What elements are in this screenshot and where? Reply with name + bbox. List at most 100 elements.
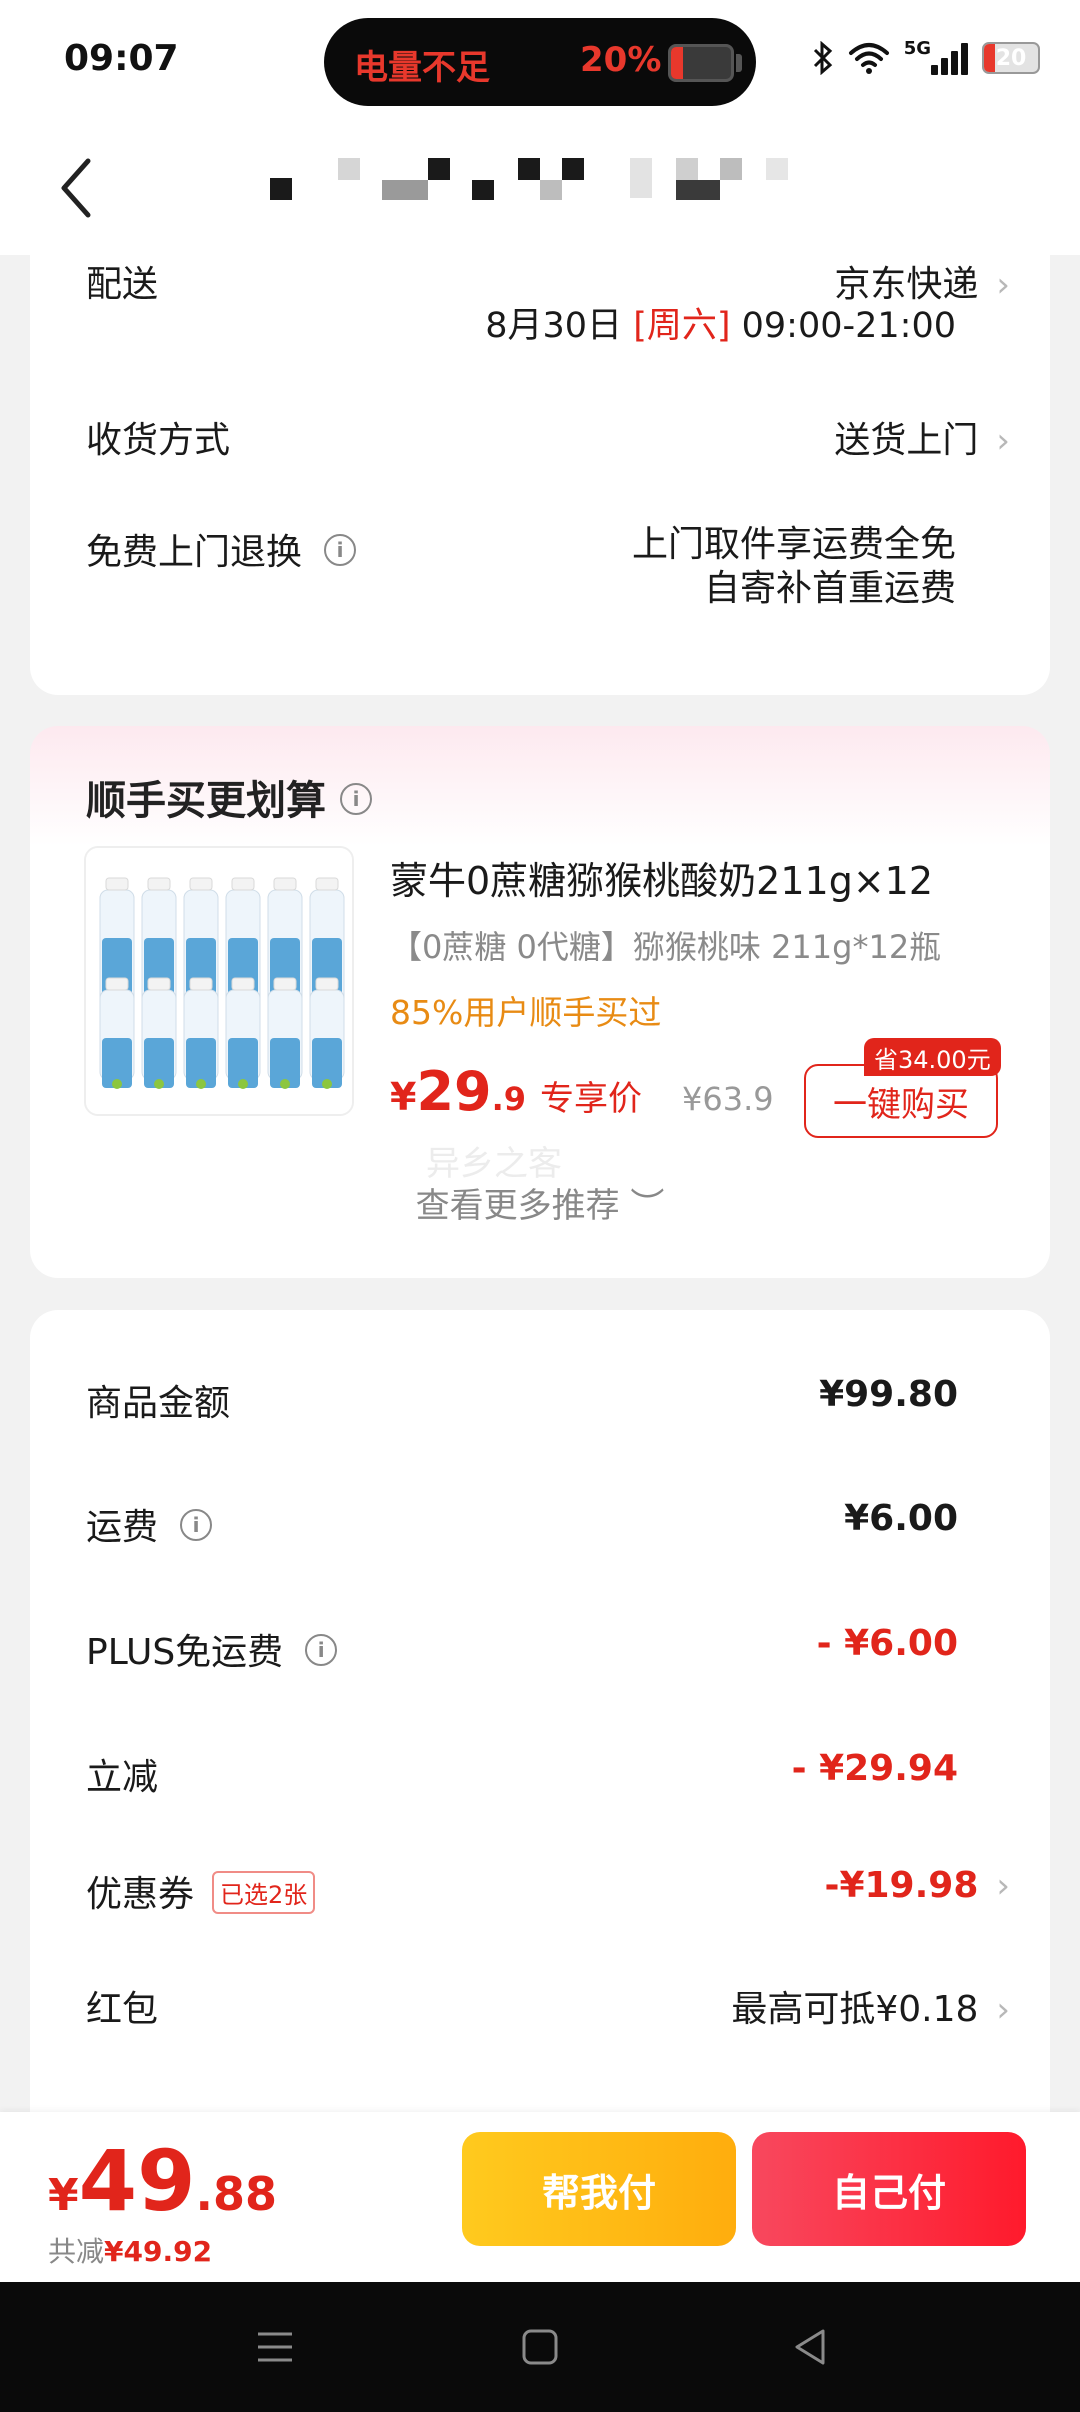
price-decimal: .9 [491, 1080, 527, 1118]
instant-discount-value: - ¥29.94 [791, 1748, 958, 1789]
delivery-card: 配送 京东快递 › 8月30日 [周六] 09:00-21:00 收货方式 送货上… [30, 255, 1050, 695]
receive-method-row[interactable]: 收货方式 送货上门 › [86, 411, 1010, 471]
bottle-cap [189, 977, 213, 991]
free-return-label-text: 免费上门退换 [86, 532, 303, 573]
status-icons: 5G 20 [812, 38, 1040, 78]
chevron-left-icon[interactable] [56, 153, 96, 223]
bottle-cap [105, 877, 129, 891]
more-recommendations-link[interactable]: 查看更多推荐 ︶ [30, 1178, 1050, 1227]
battery-warning-text: 电量不足 [354, 48, 490, 88]
battery-icon: 20 [982, 42, 1040, 74]
original-price: ¥63.9 [682, 1080, 774, 1118]
delivery-time-value: 8月30日 [周六] 09:00-21:00 [485, 297, 956, 348]
info-icon[interactable]: i [340, 783, 372, 815]
battery-pill-tip [736, 54, 742, 72]
red-packet-text: 最高可抵¥0.18 [731, 1989, 979, 2030]
total-yen: ¥ [48, 2170, 79, 2221]
delivery-time-row[interactable]: 8月30日 [周六] 09:00-21:00 [86, 297, 994, 357]
total-integer: 49 [78, 2132, 196, 2230]
bottle-cap [315, 977, 339, 991]
yogurt-bottles-image [86, 848, 352, 1114]
plus-free-shipping-value: - ¥6.00 [816, 1623, 958, 1664]
bottle-cap [105, 977, 129, 991]
shipping-label-text: 运费 [86, 1507, 159, 1548]
coupon-label-text: 优惠券 [86, 1874, 195, 1915]
coupon-selected-tag: 已选2张 [212, 1870, 316, 1914]
low-battery-pill: 电量不足 20% [324, 18, 756, 106]
back-triangle-icon[interactable] [785, 2322, 835, 2372]
kiwi-graphic [322, 1079, 332, 1089]
product-image[interactable] [84, 846, 354, 1116]
wifi-icon [848, 41, 890, 75]
shipping-value: ¥6.00 [844, 1498, 958, 1539]
help-me-pay-button[interactable]: 帮我付 [462, 2132, 736, 2246]
order-summary-card: 商品金额 ¥99.80 运费 i ¥6.00 PLUS免运费 i - ¥6.00 立… [30, 1310, 1050, 2140]
bottle-cap [147, 977, 171, 991]
product-price: ¥29.9 专享价 ¥63.9 [390, 1060, 774, 1123]
delivery-slot: 09:00-21:00 [741, 306, 956, 346]
instant-discount-label: 立减 [86, 1757, 159, 1798]
bottle-cap [273, 877, 297, 891]
exclusive-price-tag: 专享价 [540, 1079, 643, 1119]
battery-percent-text: 20% [580, 40, 662, 80]
chevron-right-icon: › [996, 265, 1010, 305]
bottle-cap [189, 877, 213, 891]
chevron-right-icon: › [996, 421, 1010, 461]
battery-pill-icon [668, 44, 734, 82]
recommendation-card: 顺手买更划算 i 蒙牛0蔗糖猕猴桃酸奶211g×12 【0蔗糖 0代糖】猕猴桃味 … [30, 726, 1050, 1278]
goods-amount-label: 商品金额 [86, 1383, 231, 1424]
bluetooth-icon [812, 41, 834, 75]
payment-bar: ¥49.88 共减¥49.92 帮我付 自己付 [0, 2112, 1080, 2282]
order-confirm-screen: 09:07 电量不足 20% 5G 20 配送 京东快递 › 8月30日 [周六… [0, 0, 1080, 2412]
home-icon[interactable] [515, 2322, 565, 2372]
status-time: 09:07 [64, 38, 179, 79]
info-icon[interactable]: i [305, 1634, 338, 1666]
free-return-value: 上门取件享运费全免 自寄补首重运费 [632, 523, 956, 611]
bottle-cap [231, 977, 255, 991]
info-icon[interactable]: i [180, 1509, 213, 1541]
free-return-row: 免费上门退换 i 上门取件享运费全免 自寄补首重运费 [86, 523, 994, 643]
recommendation-title-text: 顺手买更划算 [86, 778, 326, 824]
bottle-cap [273, 977, 297, 991]
saved-amount: ¥49.92 [104, 2235, 213, 2268]
coupon-label: 优惠券 已选2张 [86, 1865, 316, 1918]
product-name[interactable]: 蒙牛0蔗糖猕猴桃酸奶211g×12 [390, 850, 933, 905]
plus-label-text: PLUS免运费 [86, 1632, 284, 1673]
free-return-label: 免费上门退换 i [86, 523, 357, 575]
cellular-icon: 5G [903, 37, 968, 75]
social-proof: 85%用户顺手买过 [390, 993, 662, 1032]
price-integer: 29 [416, 1060, 492, 1123]
pay-myself-button[interactable]: 自己付 [752, 2132, 1026, 2246]
battery-icon-text: 20 [995, 45, 1027, 71]
recommendation-title: 顺手买更划算 i [86, 768, 372, 826]
coupon-amount: -¥19.98 [824, 1865, 979, 1906]
kiwi-graphic [112, 1079, 122, 1089]
delivery-weekday: [周六] [633, 306, 731, 346]
receive-method-text: 送货上门 [834, 420, 979, 461]
chevron-right-icon: › [996, 1990, 1010, 2030]
kiwi-graphic [196, 1079, 206, 1089]
bottle-cap [147, 877, 171, 891]
status-bar: 09:07 电量不足 20% 5G 20 [0, 0, 1080, 125]
menu-icon[interactable] [250, 2322, 300, 2372]
kiwi-graphic [238, 1079, 248, 1089]
red-packet-value: 最高可抵¥0.18 › [731, 1980, 1010, 2032]
saved-prefix: 共减 [48, 2235, 105, 2268]
system-navigation-bar [0, 2282, 1080, 2412]
goods-amount-value: ¥99.80 [819, 1374, 958, 1415]
price-yen: ¥ [390, 1075, 417, 1119]
product-subtitle: 【0蔗糖 0代糖】猕猴桃味 211g*12瓶 [390, 928, 942, 966]
bottle-cap [315, 877, 339, 891]
info-icon[interactable]: i [324, 534, 357, 566]
signal-bars-icon [931, 41, 968, 75]
plus-free-shipping-label: PLUS免运费 i [86, 1623, 338, 1675]
save-badge: 省34.00元 [864, 1038, 1001, 1076]
total-saved: 共减¥49.92 [48, 2230, 212, 2270]
network-type: 5G [903, 37, 931, 59]
receive-method-label: 收货方式 [86, 420, 231, 461]
battery-pill-fill [671, 47, 683, 79]
coupon-value: -¥19.98 › [825, 1865, 1010, 1906]
kiwi-graphic [280, 1079, 290, 1089]
receive-method-value: 送货上门 › [834, 411, 1010, 463]
chevron-right-icon: › [996, 1866, 1010, 1906]
